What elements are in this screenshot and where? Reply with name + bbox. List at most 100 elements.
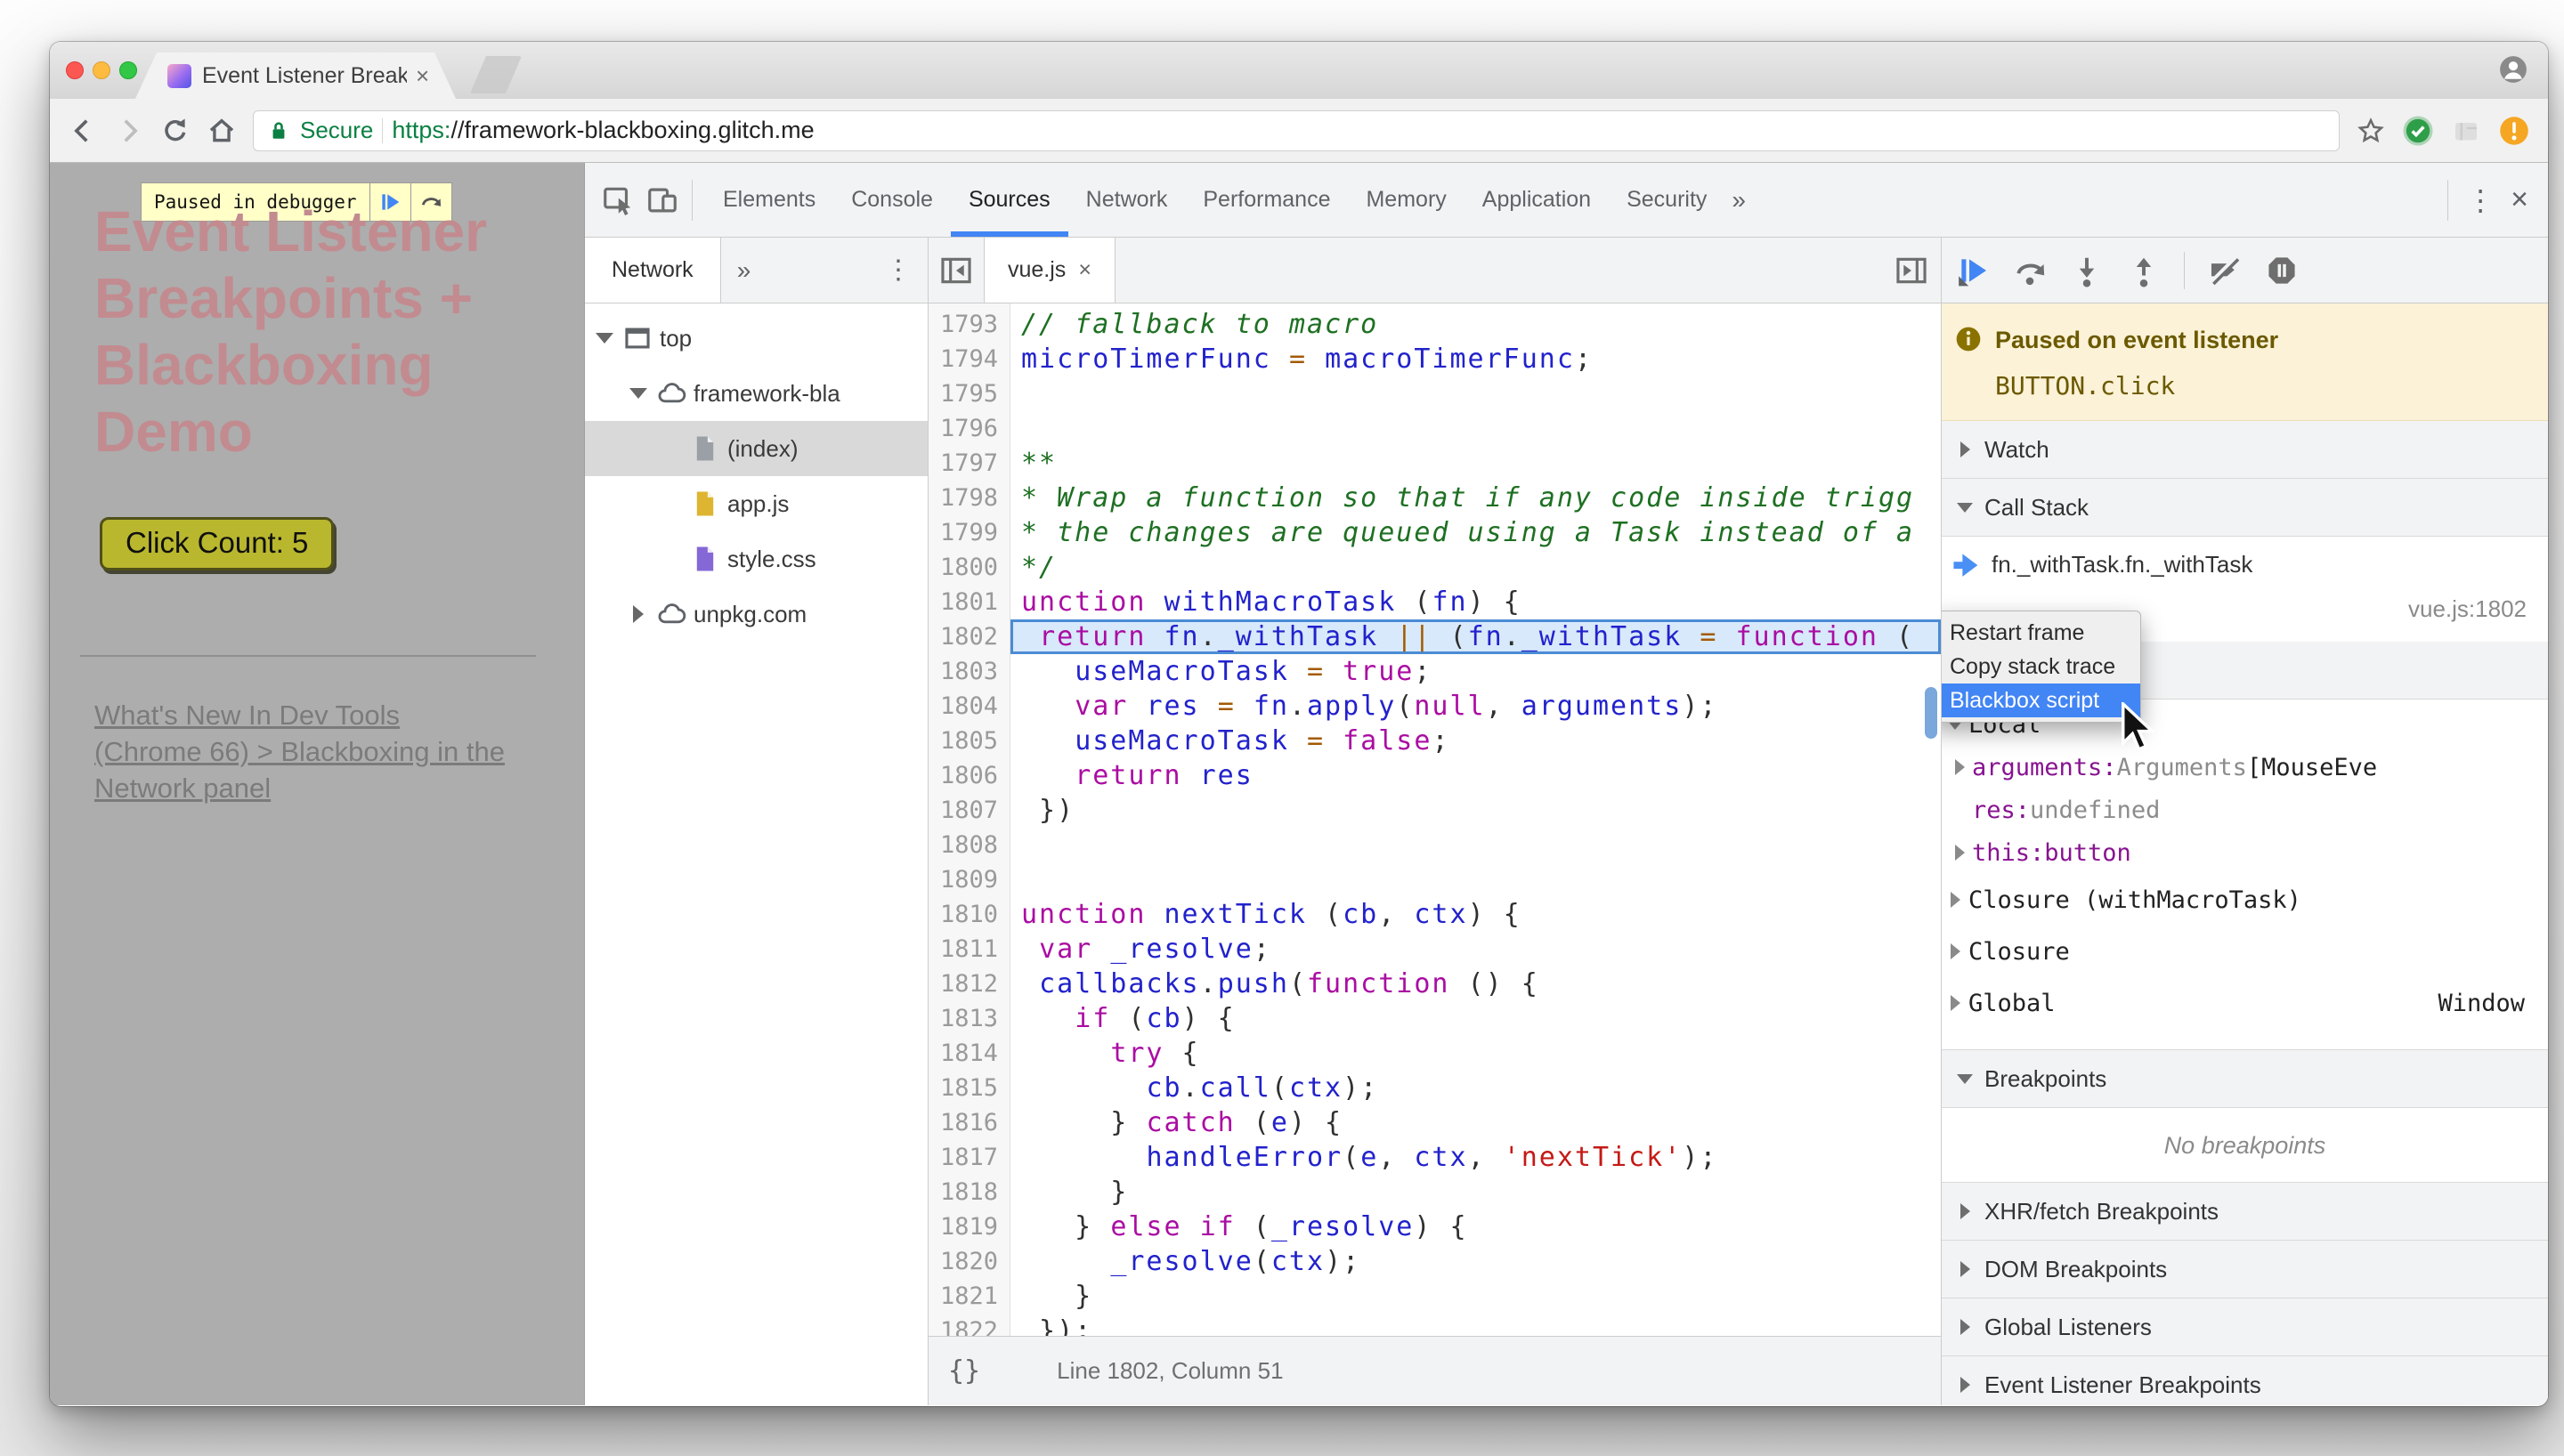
line-number[interactable]: 1798 [929,481,1010,515]
home-icon[interactable] [207,116,237,146]
line-number[interactable]: 1814 [929,1036,1010,1071]
line-number[interactable]: 1802 [929,619,1010,654]
navigator-tab-network[interactable]: Network [585,238,721,303]
code-area[interactable]: 1793// fallback to macro 1794 microTimerFu… [929,303,1941,1336]
more-tabs-icon[interactable]: » [1732,186,1746,214]
tab-security[interactable]: Security [1609,163,1724,237]
code-text[interactable]: var _resolve; [1010,932,1941,967]
section-global-listeners[interactable]: Global Listeners [1942,1298,2548,1356]
step-over-icon[interactable] [2013,254,2047,287]
code-text[interactable]: } catch (e) { [1010,1105,1941,1140]
editor-tab-vuejs[interactable]: vue.js × [984,238,1116,303]
tree-item-app-js[interactable]: app.js [585,476,928,531]
resume-script-icon[interactable] [1956,254,1990,287]
deactivate-breakpoints-icon[interactable] [2208,254,2242,287]
line-number[interactable]: 1801 [929,585,1010,619]
tree-item-style-css[interactable]: style.css [585,531,928,586]
scroll-position-marker[interactable] [1925,687,1937,739]
line-number[interactable]: 1809 [929,862,1010,897]
code-text[interactable]: try { [1010,1036,1941,1071]
tab-sources[interactable]: Sources [950,163,1068,237]
line-number[interactable]: 1813 [929,1001,1010,1036]
expander-down-icon[interactable] [628,388,649,399]
window-zoom-button[interactable] [119,61,137,79]
line-number[interactable]: 1799 [929,515,1010,550]
section-call-stack[interactable]: Call Stack [1942,478,2548,537]
line-number[interactable]: 1800 [929,550,1010,585]
code-text[interactable]: ** [1010,446,1941,481]
line-number[interactable]: 1805 [929,724,1010,758]
reload-icon[interactable] [160,116,191,146]
tree-item-unpkg-com[interactable]: unpkg.com [585,586,928,642]
expander-down-icon[interactable] [594,333,615,344]
code-text[interactable]: microTimerFunc = macroTimerFunc; [1010,342,1941,376]
line-number[interactable]: 1810 [929,897,1010,932]
browser-tab[interactable]: Event Listener Breakpoints + B × [135,53,456,99]
whats-new-link[interactable]: What's New In Dev Tools (Chrome 66) > Bl… [94,697,505,806]
line-number[interactable]: 1795 [929,376,1010,411]
code-text[interactable]: } [1010,1279,1941,1314]
scope-variable-res[interactable]: res: undefined [1942,789,2548,831]
inspect-element-icon[interactable] [601,183,635,217]
line-number[interactable]: 1796 [929,411,1010,446]
code-text[interactable] [1010,828,1941,862]
line-number[interactable]: 1822 [929,1314,1010,1336]
code-text[interactable]: useMacroTask = true; [1010,654,1941,689]
section-event-listener-breakpoints[interactable]: Event Listener Breakpoints [1942,1355,2548,1405]
code-text[interactable]: return res [1010,758,1941,793]
pause-on-exceptions-icon[interactable] [2265,254,2299,287]
devtools-close-icon[interactable]: × [2511,182,2528,217]
section-breakpoints[interactable]: Breakpoints [1942,1049,2548,1108]
section-xhr-fetch-breakpoints[interactable]: XHR/fetch Breakpoints [1942,1182,2548,1241]
code-text[interactable] [1010,862,1941,897]
code-text[interactable]: } [1010,1175,1941,1209]
expander-right-icon[interactable] [1947,759,1972,775]
section-dom-breakpoints[interactable]: DOM Breakpoints [1942,1240,2548,1298]
scope-variable-this[interactable]: this: button [1942,831,2548,874]
click-count-button[interactable]: Click Count: 5 [100,517,335,570]
code-text[interactable]: }); [1010,1314,1941,1336]
expander-right-icon[interactable] [1947,845,1972,861]
scope-variable-arguments[interactable]: arguments: Arguments [MouseEve [1942,746,2548,789]
code-text[interactable]: return fn._withTask || (fn._withTask = f… [1010,619,1941,654]
navigator-menu-icon[interactable]: ⋮ [885,238,912,303]
line-number[interactable]: 1804 [929,689,1010,724]
code-text[interactable]: cb.call(ctx); [1010,1071,1941,1105]
tab-memory[interactable]: Memory [1348,163,1464,237]
bookmark-star-icon[interactable] [2356,116,2386,146]
code-text[interactable] [1010,376,1941,411]
tree-item-framework-bla[interactable]: framework-bla [585,366,928,421]
code-text[interactable]: // fallback to macro [1010,307,1941,342]
step-into-icon[interactable] [2070,254,2104,287]
devtools-menu-icon[interactable]: ⋮ [2466,183,2495,217]
code-text[interactable]: handleError(e, ctx, 'nextTick'); [1010,1140,1941,1175]
code-text[interactable]: _resolve(ctx); [1010,1244,1941,1279]
line-number[interactable]: 1811 [929,932,1010,967]
tab-console[interactable]: Console [833,163,951,237]
step-out-icon[interactable] [2127,254,2161,287]
line-number[interactable]: 1794 [929,342,1010,376]
line-number[interactable]: 1808 [929,828,1010,862]
collapse-navigator-icon[interactable] [939,254,973,287]
open-preview-panel-icon[interactable] [1895,254,1928,287]
pretty-print-icon[interactable]: {} [948,1355,980,1387]
code-text[interactable]: * the changes are queued using a Task in… [1010,515,1941,550]
expander-right-icon[interactable] [628,605,649,623]
tab-performance[interactable]: Performance [1185,163,1348,237]
address-bar[interactable]: Secure https://framework-blackboxing.gli… [253,109,2340,151]
expander-right-icon[interactable] [1942,943,1968,959]
expander-right-icon[interactable] [1942,995,1968,1011]
menu-item-blackbox-script[interactable]: Blackbox script [1942,684,2140,717]
line-number[interactable]: 1819 [929,1209,1010,1244]
menu-item-copy-stack-trace[interactable]: Copy stack trace [1942,650,2140,684]
extension-dim-icon[interactable] [2450,115,2482,147]
editor-tab-close-icon[interactable]: × [1078,257,1091,283]
section-watch[interactable]: Watch [1942,420,2548,479]
line-number[interactable]: 1815 [929,1071,1010,1105]
window-minimize-button[interactable] [93,61,110,79]
scope-section-closure-withmacrotask[interactable]: Closure (withMacroTask) [1942,874,2548,926]
line-number[interactable]: 1812 [929,967,1010,1001]
line-number[interactable]: 1807 [929,793,1010,828]
line-number[interactable]: 1806 [929,758,1010,793]
code-text[interactable]: */ [1010,550,1941,585]
